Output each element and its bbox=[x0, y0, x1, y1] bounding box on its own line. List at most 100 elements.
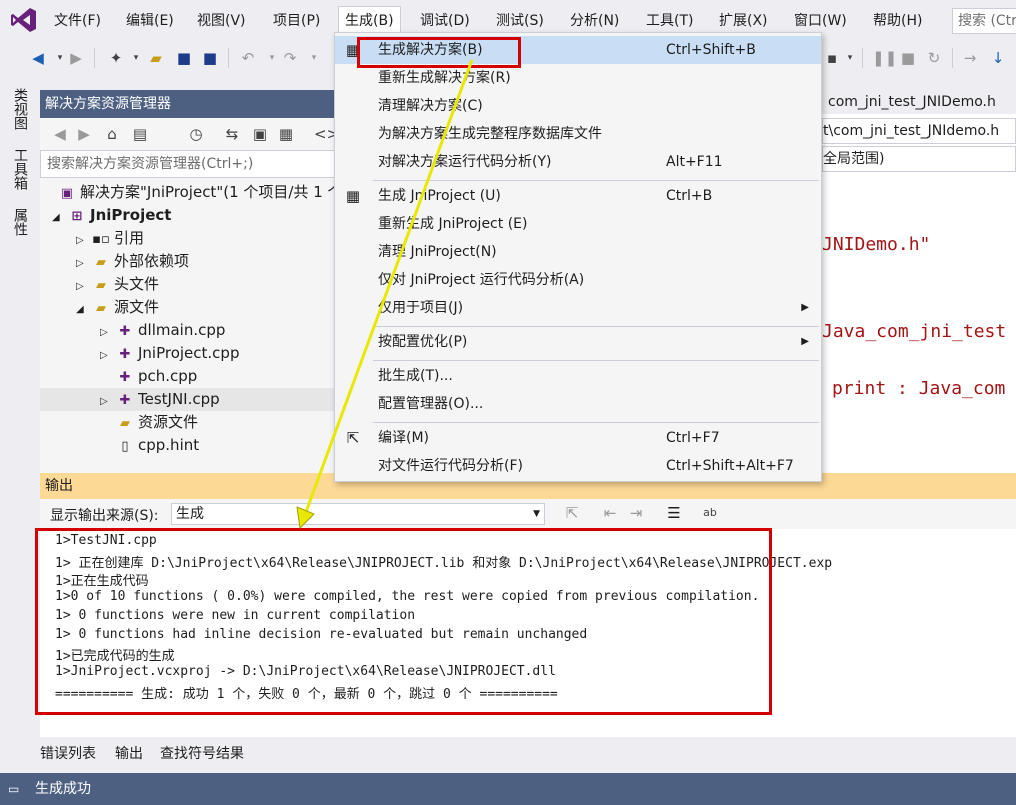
collapse-icon[interactable]: ◢ bbox=[76, 298, 92, 321]
references-icon: ▪▫ bbox=[92, 232, 110, 247]
menu-profile-guided-optimization[interactable]: 按配置优化(P) ▶ bbox=[335, 328, 821, 356]
output-source-select[interactable]: 生成 ▼ bbox=[171, 503, 545, 525]
menu-analyze[interactable]: 分析(N) bbox=[570, 9, 619, 33]
menu-tools[interactable]: 工具(T) bbox=[646, 9, 693, 33]
next-message-icon[interactable]: ⇥ bbox=[626, 503, 646, 523]
tree-file-dllmain[interactable]: ▷ ✚ dllmain.cpp bbox=[100, 319, 225, 342]
tree-solution[interactable]: ▣ 解决方案"JniProject"(1 个项目/共 1 个 bbox=[40, 181, 343, 204]
collapse-icon[interactable]: ◢ bbox=[52, 206, 68, 229]
menu-project[interactable]: 项目(P) bbox=[273, 9, 320, 33]
menu-clean-project[interactable]: 清理 JniProject(N) bbox=[335, 238, 821, 266]
pause-icon[interactable]: ❚❚ bbox=[872, 48, 897, 68]
tree-file-jniproject-label: JniProject.cpp bbox=[138, 344, 240, 362]
class-view-tab[interactable]: 类视图 bbox=[10, 88, 30, 130]
expand-icon[interactable]: ▷ bbox=[100, 344, 116, 367]
tree-file-jniproject[interactable]: ▷ ✚ JniProject.cpp bbox=[100, 342, 239, 365]
tree-resources[interactable]: ▰ 资源文件 bbox=[100, 411, 198, 434]
tab-output[interactable]: 输出 bbox=[115, 743, 143, 763]
go-to-location-icon[interactable]: ⇱ bbox=[562, 503, 582, 523]
clear-all-icon[interactable]: ☰ bbox=[664, 503, 684, 523]
tree-file-pch[interactable]: ✚ pch.cpp bbox=[100, 365, 198, 388]
tree-file-testjni[interactable]: ▷ ✚ TestJNI.cpp bbox=[40, 388, 335, 411]
new-project-icon[interactable]: ✦ bbox=[106, 48, 126, 68]
open-folder-icon[interactable]: ▰ bbox=[146, 48, 166, 68]
menu-analyze-file[interactable]: 对文件运行代码分析(F) Ctrl+Shift+Alt+F7 bbox=[335, 452, 821, 480]
menu-rebuild-project[interactable]: 重新生成 JniProject (E) bbox=[335, 210, 821, 238]
search-input[interactable]: 搜索 (Ctr bbox=[952, 8, 1016, 34]
editor-file-dropdown[interactable]: t\com_jni_test_JNIdemo.h bbox=[822, 118, 1016, 144]
sync-icon[interactable]: ⇆ bbox=[222, 124, 242, 144]
menu-clean-solution[interactable]: 清理解决方案(C) bbox=[335, 92, 821, 120]
show-all-files-icon[interactable]: ▦ bbox=[276, 124, 296, 144]
previous-message-icon[interactable]: ⇤ bbox=[600, 503, 620, 523]
toolbox-tab[interactable]: 工具箱 bbox=[10, 148, 30, 190]
tree-sources[interactable]: ◢ ▰ 源文件 bbox=[76, 296, 159, 319]
editor-scope-dropdown[interactable]: 全局范围) bbox=[822, 146, 1016, 172]
menu-project-only[interactable]: 仅用于项目(J) ▶ bbox=[335, 294, 821, 322]
pending-changes-icon[interactable]: ◷ bbox=[186, 124, 206, 144]
new-dropdown-icon[interactable]: ▾ bbox=[126, 48, 146, 68]
expand-icon[interactable]: ▷ bbox=[76, 229, 92, 252]
menu-analyze-project[interactable]: 仅对 JniProject 运行代码分析(A) bbox=[335, 266, 821, 294]
save-all-icon[interactable]: ■ bbox=[200, 48, 220, 68]
bottom-tab-strip: 错误列表 输出 查找符号结果 bbox=[0, 737, 1016, 773]
step-into-icon[interactable]: ↓ bbox=[988, 48, 1008, 68]
expand-icon[interactable]: ▷ bbox=[76, 252, 92, 275]
back-icon[interactable]: ◀ bbox=[28, 48, 48, 68]
menu-window[interactable]: 窗口(W) bbox=[794, 9, 847, 33]
menu-debug[interactable]: 调试(D) bbox=[420, 9, 470, 33]
menu-test[interactable]: 测试(S) bbox=[496, 9, 544, 33]
visual-studio-logo-icon[interactable] bbox=[10, 6, 38, 34]
solution-explorer-title: 解决方案资源管理器 bbox=[40, 90, 335, 118]
solution-search-input[interactable]: 搜索解决方案资源管理器(Ctrl+;) bbox=[40, 150, 335, 178]
toolbar-overflow-icon[interactable]: ▪ bbox=[822, 48, 842, 68]
menu-view[interactable]: 视图(V) bbox=[197, 9, 246, 33]
home-icon[interactable]: ⌂ bbox=[102, 124, 122, 144]
code-line: Java_com_jni_test bbox=[822, 321, 1007, 342]
menu-help[interactable]: 帮助(H) bbox=[873, 9, 922, 33]
menu-file[interactable]: 文件(F) bbox=[54, 9, 101, 33]
editor-tab[interactable]: com_jni_test_JNIDemo.h bbox=[822, 90, 1016, 114]
redo-dropdown-icon[interactable]: ▾ bbox=[304, 48, 324, 68]
folder-open-icon: ▰ bbox=[96, 301, 106, 316]
tree-project[interactable]: ◢ ⊞ JniProject bbox=[52, 204, 171, 227]
restart-icon[interactable]: ↻ bbox=[924, 48, 944, 68]
code-icon[interactable]: <> bbox=[314, 124, 339, 144]
stop-icon[interactable]: ■ bbox=[898, 48, 918, 68]
forward-icon[interactable]: ▶ bbox=[74, 124, 94, 144]
code-line: JNIDemo.h" bbox=[822, 234, 931, 255]
toolbar-dropdown-icon[interactable]: ▾ bbox=[840, 48, 860, 68]
tree-references[interactable]: ▷ ▪▫ 引用 bbox=[76, 227, 144, 250]
redo-icon[interactable]: ↷ bbox=[280, 48, 300, 68]
forward-icon[interactable]: ▶ bbox=[66, 48, 86, 68]
menu-full-pdb[interactable]: 为解决方案生成完整程序数据库文件 bbox=[335, 120, 821, 148]
switch-views-icon[interactable]: ▤ bbox=[130, 124, 150, 144]
step-over-icon[interactable]: → bbox=[960, 48, 980, 68]
undo-dropdown-icon[interactable]: ▾ bbox=[262, 48, 282, 68]
properties-tab[interactable]: 属性 bbox=[10, 208, 30, 236]
menu-analyze-solution[interactable]: 对解决方案运行代码分析(Y) Alt+F11 bbox=[335, 148, 821, 176]
menu-extensions[interactable]: 扩展(X) bbox=[719, 9, 768, 33]
tab-error-list[interactable]: 错误列表 bbox=[40, 743, 96, 763]
menu-build-project[interactable]: ▦ 生成 JniProject (U) Ctrl+B bbox=[335, 182, 821, 210]
tab-find-symbol-results[interactable]: 查找符号结果 bbox=[160, 743, 244, 763]
folder-icon: ▰ bbox=[120, 416, 130, 431]
tree-headers[interactable]: ▷ ▰ 头文件 bbox=[76, 273, 159, 296]
back-icon[interactable]: ◀ bbox=[50, 124, 70, 144]
menu-configuration-manager[interactable]: 配置管理器(O)... bbox=[335, 390, 821, 418]
expand-icon[interactable]: ▷ bbox=[76, 275, 92, 298]
menu-batch-build[interactable]: 批生成(T)... bbox=[335, 362, 821, 390]
menu-item-label: 按配置优化(P) bbox=[378, 334, 468, 350]
undo-icon[interactable]: ↶ bbox=[238, 48, 258, 68]
menu-rebuild-solution[interactable]: 重新生成解决方案(R) bbox=[335, 64, 821, 92]
tree-external-deps[interactable]: ▷ ▰ 外部依赖项 bbox=[76, 250, 189, 273]
expand-icon[interactable]: ▷ bbox=[100, 390, 116, 413]
menu-edit[interactable]: 编辑(E) bbox=[126, 9, 174, 33]
tree-file-hint[interactable]: ▯ cpp.hint bbox=[100, 434, 199, 457]
tree-sources-label: 源文件 bbox=[114, 298, 160, 316]
save-icon[interactable]: ■ bbox=[174, 48, 194, 68]
menu-compile[interactable]: ⇱ 编译(M) Ctrl+F7 bbox=[335, 424, 821, 452]
word-wrap-icon[interactable]: ab bbox=[700, 503, 720, 523]
collapse-all-icon[interactable]: ▣ bbox=[250, 124, 270, 144]
expand-icon[interactable]: ▷ bbox=[100, 321, 116, 344]
